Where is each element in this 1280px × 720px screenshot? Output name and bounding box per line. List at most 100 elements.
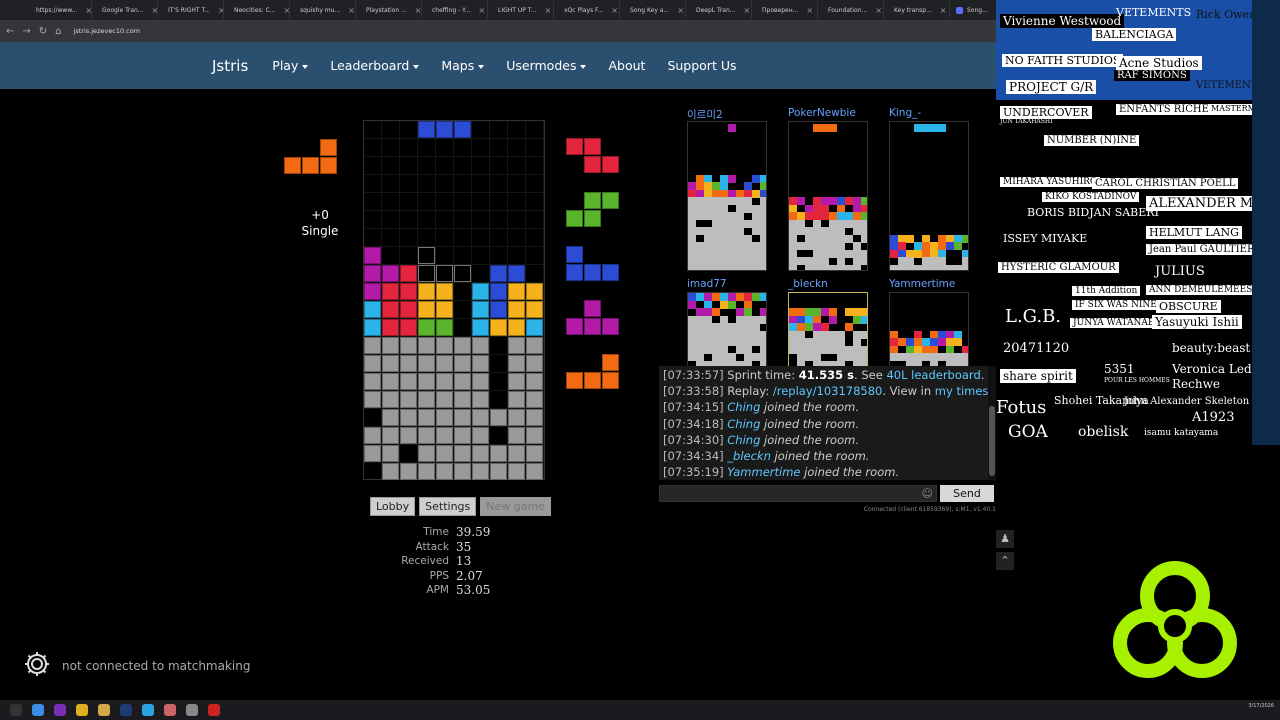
garbage-block [400,409,417,426]
chat-text: joined the room. [800,465,900,480]
nav-item-support-us[interactable]: Support Us [667,58,736,73]
lobby-button[interactable]: Lobby [370,497,416,516]
garbage-block [382,463,399,480]
board-block [508,283,525,300]
settings-button[interactable]: Settings [419,497,477,516]
browser-tab[interactable]: Song Key a... × [620,1,686,19]
browser-tab[interactable]: cheffing - Y... × [422,1,488,19]
app4-icon[interactable] [208,704,220,716]
opponent-block [821,212,829,220]
send-button[interactable]: Send [940,485,994,502]
browser-tab[interactable]: IT'S RIGHT T...× [158,1,224,19]
browser-tab[interactable]: https://www... × [26,1,92,19]
chat-link[interactable]: /replay/103178580 [773,384,883,398]
close-tab-icon[interactable]: × [611,6,618,15]
photoshop-icon[interactable] [120,704,132,716]
telegram-icon[interactable] [142,704,154,716]
chat-message: [07:34:34] _bleckn joined the room. [663,449,988,465]
gear-icon[interactable] [22,649,52,683]
chat-link[interactable]: my times [935,384,989,398]
tab-label: IT'S RIGHT T... [168,6,211,14]
chevron-down-icon [580,64,587,69]
brand-logo[interactable]: Jstris [212,57,248,75]
browser-tab[interactable]: squishy mu... × [290,1,356,19]
browser-tab[interactable]: Google Tran... × [92,1,158,19]
browser-tab[interactable]: Playstation ... × [356,1,422,19]
browser-tab[interactable]: xQc Plays F... × [554,1,620,19]
chat-timestamp: [07:34:15] [663,400,724,415]
nav-item-leaderboard[interactable]: Leaderboard [330,58,420,73]
browser-tab[interactable]: Key transp... × [884,1,950,19]
chat-username[interactable]: Yammertime [724,465,800,479]
close-tab-icon[interactable]: × [744,6,751,15]
chat-username[interactable]: Ching [724,433,760,447]
edge-icon[interactable] [32,704,44,716]
emoji-icon[interactable]: ☺ [922,487,933,500]
browser-tab[interactable]: Проверен... × [752,1,818,19]
browser-tab[interactable]: Neocities: C... × [224,1,290,19]
board-block [400,265,417,282]
garbage-block [436,463,453,480]
close-tab-icon[interactable]: × [85,6,91,15]
chat-text: 41.535 s [798,368,855,382]
users-icon[interactable]: ♟ [996,530,1014,548]
chat-message: [07:34:30] Ching joined the room. [663,433,988,449]
garbage-block [454,391,471,408]
nav-item-usermodes[interactable]: Usermodes [506,58,587,73]
opponent-block [821,308,829,316]
chevron-up-icon[interactable]: ⌃ [996,552,1014,570]
brand-logo-text: Veronica Led [1172,362,1252,376]
home-icon[interactable]: ⌂ [55,26,61,37]
chat-username[interactable]: _bleckn [724,449,771,463]
url-field[interactable]: jstris.jezevec10.com [74,27,141,35]
opponent-name: imad77 [687,278,727,290]
app-icon[interactable] [54,704,66,716]
app3-icon[interactable] [186,704,198,716]
chat-username[interactable]: Ching [724,400,760,414]
chat-input[interactable]: ☺ [659,485,937,502]
opponent-block [845,353,853,361]
opponent-block [954,264,962,270]
browser-tab-bar: https://www... × Google Tran... × IT'S RIGHT… [0,0,996,20]
forward-icon[interactable]: → [22,26,30,37]
browser-tab[interactable]: Song...× [950,1,996,19]
new-game-button[interactable]: New game [480,497,551,516]
folder-icon[interactable] [98,704,110,716]
opponent-block [853,315,861,324]
close-tab-icon[interactable]: × [348,6,355,15]
opponent-block [728,174,736,183]
stat-label: Attack [415,540,449,553]
brand-logo-text: John Alexander Skeleton [1124,396,1250,407]
board-block [364,283,381,300]
close-tab-icon[interactable]: × [875,6,882,15]
browser-tab[interactable]: LIGHT UP T... × [488,1,554,19]
chat-link[interactable]: 40L leaderboard [886,368,980,382]
browser-tab[interactable]: Foundation... × [818,1,884,19]
chat-scroll-thumb[interactable] [989,406,995,476]
search-icon[interactable] [10,704,22,716]
app2-icon[interactable] [164,704,176,716]
close-tab-icon[interactable]: × [677,6,684,15]
close-tab-icon[interactable]: × [806,6,813,15]
nav-item-play[interactable]: Play [272,58,309,73]
chat-username[interactable]: Ching [724,417,760,431]
nav-item-maps[interactable]: Maps [441,58,485,73]
close-tab-icon[interactable]: × [478,6,485,15]
opponent-active-block [930,124,938,132]
opponent-block [861,234,867,243]
back-icon[interactable]: ← [6,26,14,37]
chat-scrollbar[interactable] [988,366,996,480]
next-block [566,210,583,227]
chrome-icon[interactable] [76,704,88,716]
close-tab-icon[interactable]: × [544,6,551,15]
close-tab-icon[interactable]: × [940,6,947,15]
nav-item-about[interactable]: About [608,58,645,73]
reload-icon[interactable]: ↻ [39,26,47,37]
opponent-block [845,234,853,243]
browser-tab[interactable]: DeepL Tran... × [686,1,752,19]
opponent-block [922,264,930,270]
opponent-block [805,212,813,220]
opponent-block [861,257,867,265]
close-tab-icon[interactable]: × [415,6,421,15]
garbage-block [472,409,489,426]
